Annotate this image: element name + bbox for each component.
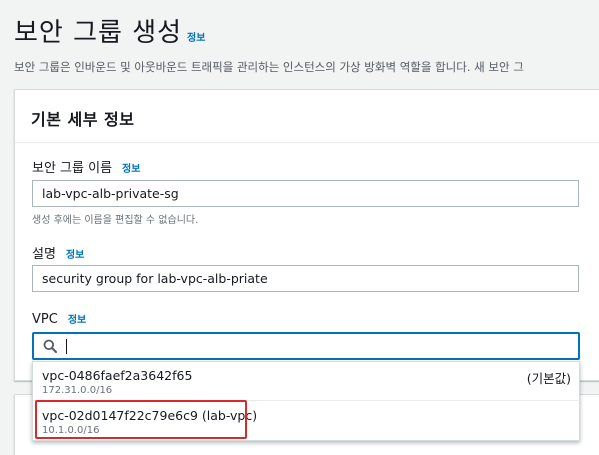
search-icon xyxy=(43,339,57,353)
sg-name-label-row: 보안 그룹 이름 정보 xyxy=(32,157,140,176)
sg-name-hint: 생성 후에는 이름을 편집할 수 없습니다. xyxy=(32,215,199,226)
panel-header: 기본 세부 정보 xyxy=(15,90,599,143)
vpc-option-cidr: 10.1.0.0/16 xyxy=(42,425,100,436)
vpc-option-default[interactable]: vpc-0486faef2a3642f65 172.31.0.0/16 (기본값… xyxy=(33,362,579,401)
vpc-dropdown-list: vpc-0486faef2a3642f65 172.31.0.0/16 (기본값… xyxy=(32,361,580,441)
vpc-option-lab-vpc[interactable]: vpc-02d0147f22c79e6c9 (lab-vpc) 10.1.0.0… xyxy=(33,402,579,440)
description-input[interactable]: security group for lab-vpc-alb-priate xyxy=(32,265,579,292)
description-label-row: 설명 정보 xyxy=(32,243,84,262)
create-security-group-page: 보안 그룹 생성 정보 보안 그룹은 인바운드 및 아웃바운드 트래픽을 관리하… xyxy=(0,0,599,455)
description-info-link[interactable]: 정보 xyxy=(66,250,84,261)
page-info-link[interactable]: 정보 xyxy=(187,29,205,44)
vpc-option-cidr: 172.31.0.0/16 xyxy=(42,385,113,396)
panel-title: 기본 세부 정보 xyxy=(31,110,135,129)
vpc-search-input[interactable] xyxy=(32,332,580,360)
description-label: 설명 xyxy=(32,247,56,262)
vpc-label: VPC xyxy=(32,312,58,327)
vpc-info-link[interactable]: 정보 xyxy=(68,315,86,326)
vpc-label-row: VPC 정보 xyxy=(32,311,86,327)
vpc-option-id: vpc-0486faef2a3642f65 xyxy=(42,368,193,383)
page-description: 보안 그룹은 인바운드 및 아웃바운드 트래픽을 관리하는 인스턴스의 가상 방… xyxy=(14,60,524,74)
sg-name-info-link[interactable]: 정보 xyxy=(122,164,140,175)
page-title: 보안 그룹 생성 xyxy=(14,18,183,48)
text-cursor xyxy=(66,339,67,354)
sg-name-label: 보안 그룹 이름 xyxy=(32,161,113,176)
sg-name-input[interactable]: lab-vpc-alb-private-sg xyxy=(32,180,579,207)
vpc-option-default-tag: (기본값) xyxy=(526,371,571,386)
vpc-option-id: vpc-02d0147f22c79e6c9 (lab-vpc) xyxy=(42,408,258,423)
